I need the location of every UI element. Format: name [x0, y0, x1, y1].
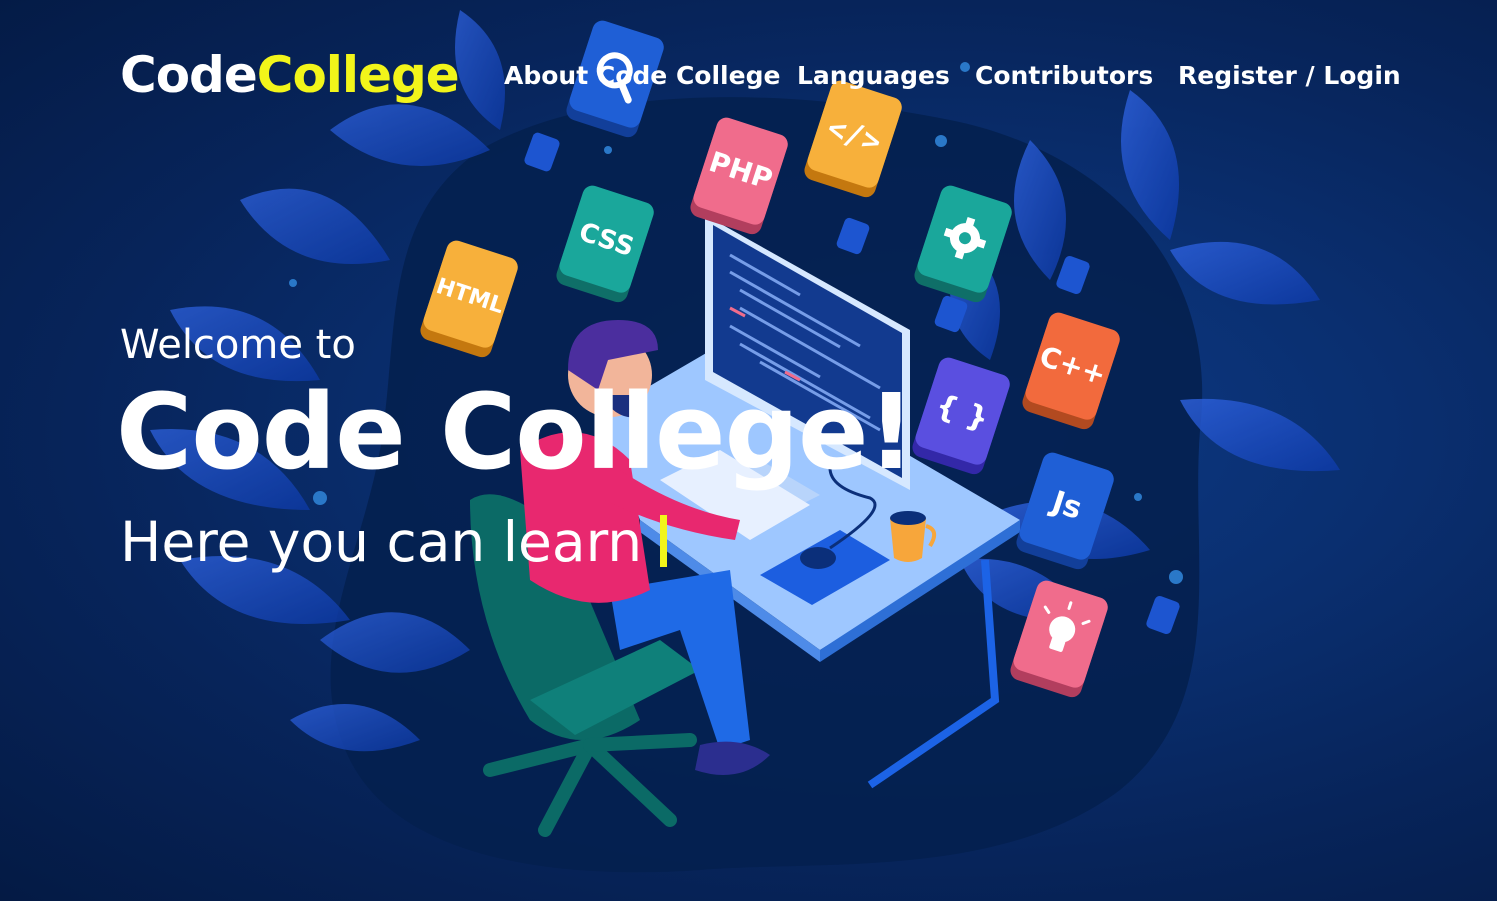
brand-logo-part1: Code: [120, 46, 258, 104]
brand-logo[interactable]: CodeCollege: [120, 45, 460, 105]
nav-link-about[interactable]: About Code College: [504, 58, 780, 94]
nav-link-contributors[interactable]: Contributors: [975, 58, 1153, 94]
hero-welcome-text: Welcome to: [120, 322, 356, 368]
typing-cursor: [660, 515, 668, 567]
brand-logo-part2: College: [256, 46, 460, 104]
hero-tagline-text: Here you can learn: [120, 510, 643, 574]
nav-link-register-login[interactable]: Register / Login: [1178, 58, 1401, 94]
top-navbar: CodeCollege About Code College Languages…: [0, 0, 1497, 150]
hero-tagline: Here you can learn: [120, 510, 668, 574]
hero-title: Code College!: [116, 371, 915, 493]
nav-link-languages[interactable]: Languages: [797, 58, 950, 94]
